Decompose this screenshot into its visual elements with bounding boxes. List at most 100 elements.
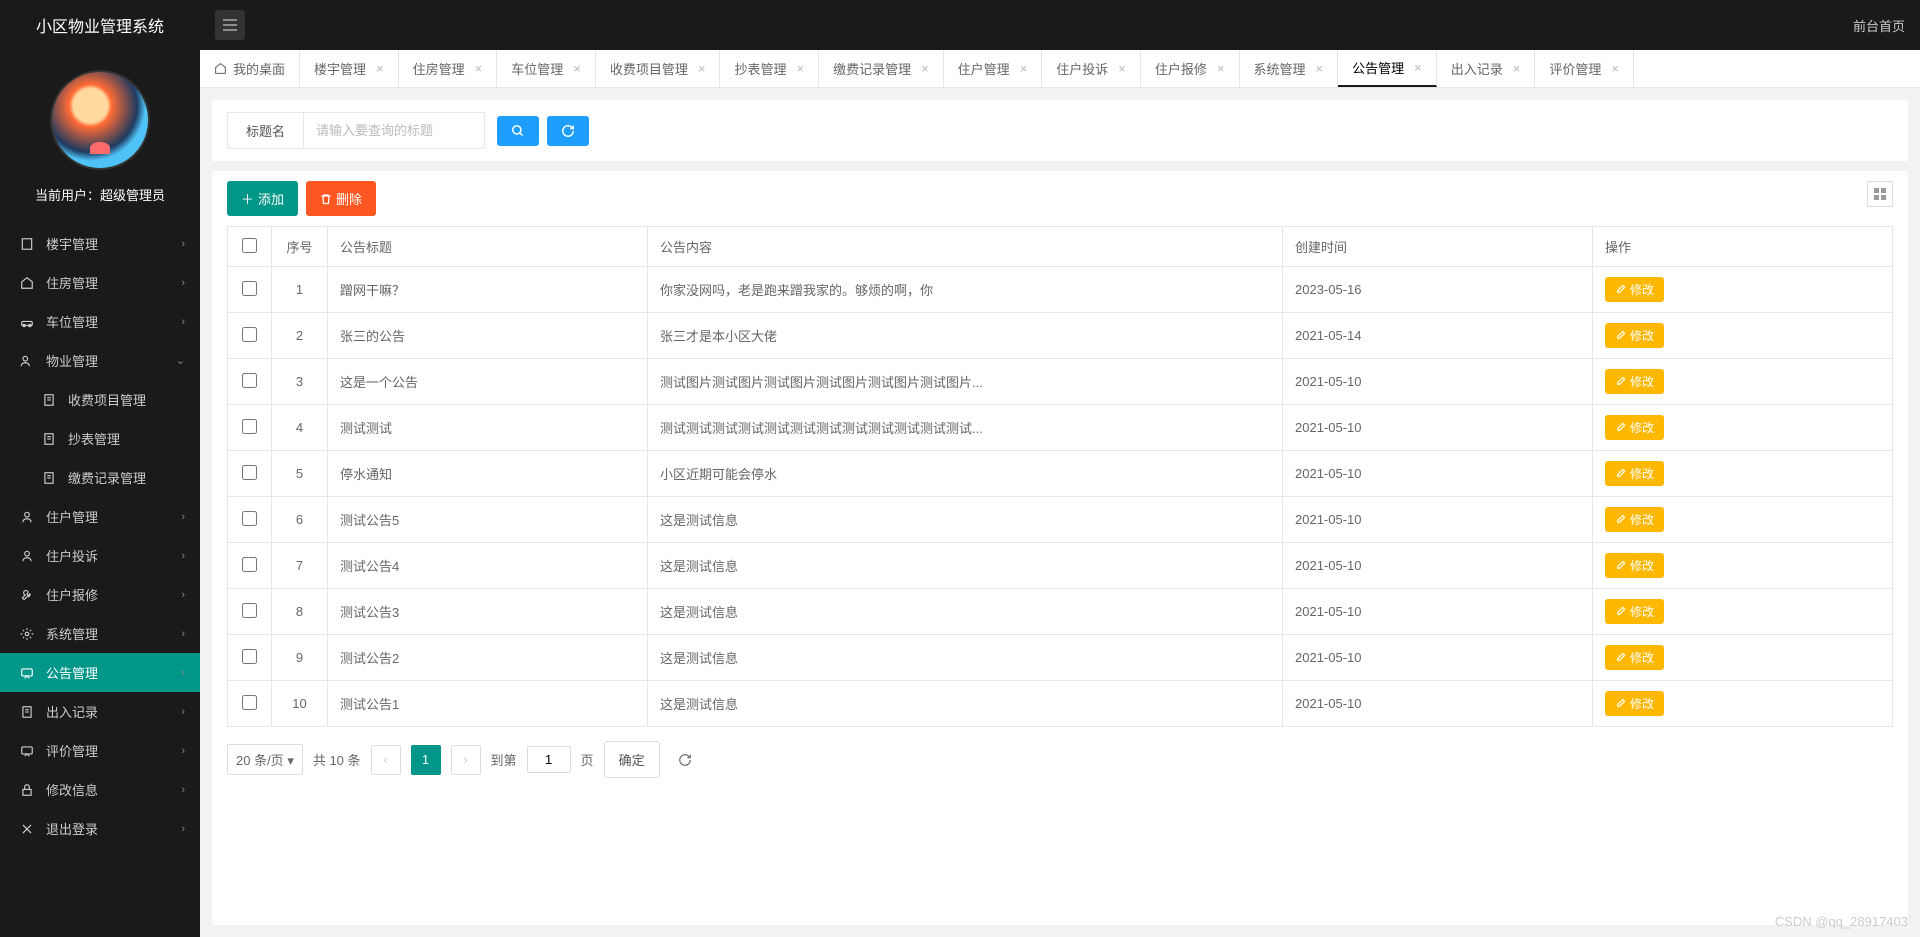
- edit-button[interactable]: 修改: [1605, 323, 1664, 348]
- edit-button[interactable]: 修改: [1605, 553, 1664, 578]
- tab-close-icon[interactable]: ×: [698, 61, 706, 76]
- tab-10[interactable]: 系统管理×: [1240, 50, 1339, 87]
- row-checkbox[interactable]: [242, 465, 257, 480]
- tab-close-icon[interactable]: ×: [376, 61, 384, 76]
- tab-close-icon[interactable]: ×: [1020, 61, 1028, 76]
- row-checkbox[interactable]: [242, 281, 257, 296]
- sidebar-item-8[interactable]: 住户投诉›: [0, 536, 200, 575]
- table-row: 8 测试公告3 这是测试信息 2021-05-10 修改: [228, 589, 1893, 635]
- header-checkbox-cell: [228, 227, 272, 267]
- edit-button[interactable]: 修改: [1605, 599, 1664, 624]
- cell-content: 这是测试信息: [648, 543, 1283, 589]
- cell-title: 测试公告3: [328, 589, 648, 635]
- edit-icon: [1615, 606, 1626, 617]
- edit-icon: [1615, 330, 1626, 341]
- goto-input[interactable]: [527, 746, 571, 773]
- sidebar-item-5[interactable]: 抄表管理: [0, 419, 200, 458]
- row-checkbox[interactable]: [242, 327, 257, 342]
- tab-close-icon[interactable]: ×: [1217, 61, 1225, 76]
- current-user-label: 当前用户：超级管理员: [0, 185, 200, 204]
- sidebar-item-12[interactable]: 出入记录›: [0, 692, 200, 731]
- sidebar-item-13[interactable]: 评价管理›: [0, 731, 200, 770]
- cell-content: 这是测试信息: [648, 681, 1283, 727]
- row-checkbox[interactable]: [242, 419, 257, 434]
- tab-9[interactable]: 住户报修×: [1141, 50, 1240, 87]
- table-row: 6 测试公告5 这是测试信息 2021-05-10 修改: [228, 497, 1893, 543]
- house-icon: [18, 276, 36, 290]
- tab-11[interactable]: 公告管理×: [1338, 50, 1437, 87]
- sidebar-item-11[interactable]: 公告管理›: [0, 653, 200, 692]
- next-page-button[interactable]: ›: [451, 745, 481, 775]
- delete-button[interactable]: 删除: [306, 181, 376, 216]
- tab-7[interactable]: 住户管理×: [944, 50, 1043, 87]
- topbar: 前台首页: [200, 0, 1920, 50]
- tab-close-icon[interactable]: ×: [1611, 61, 1619, 76]
- sidebar-item-label: 修改信息: [46, 780, 98, 799]
- frontend-link[interactable]: 前台首页: [1853, 16, 1905, 35]
- tab-close-icon[interactable]: ×: [1513, 61, 1521, 76]
- search-input[interactable]: [304, 113, 484, 148]
- edit-button[interactable]: 修改: [1605, 277, 1664, 302]
- sidebar-item-15[interactable]: 退出登录›: [0, 809, 200, 848]
- cell-seq: 2: [272, 313, 328, 359]
- edit-button[interactable]: 修改: [1605, 645, 1664, 670]
- sidebar: 小区物业管理系统 当前用户：超级管理员 楼宇管理›住房管理›车位管理›物业管理⌄…: [0, 0, 200, 937]
- tab-5[interactable]: 抄表管理×: [720, 50, 819, 87]
- tab-1[interactable]: 楼宇管理×: [300, 50, 399, 87]
- sidebar-item-0[interactable]: 楼宇管理›: [0, 224, 200, 263]
- tab-6[interactable]: 缴费记录管理×: [819, 50, 944, 87]
- refresh-button[interactable]: [547, 116, 589, 146]
- building-icon: [18, 237, 36, 251]
- tab-0[interactable]: 我的桌面: [200, 50, 300, 87]
- goto-confirm-button[interactable]: 确定: [604, 741, 660, 778]
- edit-button[interactable]: 修改: [1605, 415, 1664, 440]
- sidebar-item-1[interactable]: 住房管理›: [0, 263, 200, 302]
- tab-close-icon[interactable]: ×: [475, 61, 483, 76]
- page-size-select[interactable]: 20 条/页 ▾: [227, 744, 303, 775]
- cell-time: 2021-05-10: [1283, 543, 1593, 589]
- tab-close-icon[interactable]: ×: [1414, 60, 1422, 75]
- row-checkbox[interactable]: [242, 603, 257, 618]
- page-1-button[interactable]: 1: [411, 745, 441, 775]
- row-checkbox[interactable]: [242, 649, 257, 664]
- sidebar-item-10[interactable]: 系统管理›: [0, 614, 200, 653]
- menu-toggle-button[interactable]: [215, 10, 245, 40]
- tab-12[interactable]: 出入记录×: [1437, 50, 1536, 87]
- tab-8[interactable]: 住户投诉×: [1042, 50, 1141, 87]
- sidebar-item-4[interactable]: 收费项目管理: [0, 380, 200, 419]
- sidebar-item-label: 退出登录: [46, 819, 98, 838]
- add-button[interactable]: ＋添加: [227, 181, 298, 216]
- tab-close-icon[interactable]: ×: [1316, 61, 1324, 76]
- edit-button[interactable]: 修改: [1605, 691, 1664, 716]
- row-checkbox[interactable]: [242, 557, 257, 572]
- prev-page-button[interactable]: ‹: [371, 745, 401, 775]
- chevron-right-icon: ›: [181, 667, 185, 679]
- sidebar-item-9[interactable]: 住户报修›: [0, 575, 200, 614]
- row-checkbox[interactable]: [242, 695, 257, 710]
- sidebar-item-2[interactable]: 车位管理›: [0, 302, 200, 341]
- column-settings-button[interactable]: [1867, 181, 1893, 207]
- tab-close-icon[interactable]: ×: [573, 61, 581, 76]
- tab-close-icon[interactable]: ×: [1118, 61, 1126, 76]
- sidebar-item-3[interactable]: 物业管理⌄: [0, 341, 200, 380]
- edit-button[interactable]: 修改: [1605, 461, 1664, 486]
- search-button[interactable]: [497, 116, 539, 146]
- edit-button[interactable]: 修改: [1605, 507, 1664, 532]
- tab-close-icon[interactable]: ×: [921, 61, 929, 76]
- row-checkbox[interactable]: [242, 373, 257, 388]
- chevron-right-icon: ›: [181, 745, 185, 757]
- sidebar-item-6[interactable]: 缴费记录管理: [0, 458, 200, 497]
- reload-button[interactable]: [670, 745, 700, 775]
- cell-time: 2021-05-10: [1283, 451, 1593, 497]
- sidebar-item-14[interactable]: 修改信息›: [0, 770, 200, 809]
- sidebar-item-7[interactable]: 住户管理›: [0, 497, 200, 536]
- cell-title: 测试测试: [328, 405, 648, 451]
- tab-13[interactable]: 评价管理×: [1535, 50, 1634, 87]
- edit-button[interactable]: 修改: [1605, 369, 1664, 394]
- tab-close-icon[interactable]: ×: [796, 61, 804, 76]
- tab-3[interactable]: 车位管理×: [497, 50, 596, 87]
- tab-4[interactable]: 收费项目管理×: [596, 50, 721, 87]
- select-all-checkbox[interactable]: [242, 238, 257, 253]
- row-checkbox[interactable]: [242, 511, 257, 526]
- tab-2[interactable]: 住房管理×: [399, 50, 498, 87]
